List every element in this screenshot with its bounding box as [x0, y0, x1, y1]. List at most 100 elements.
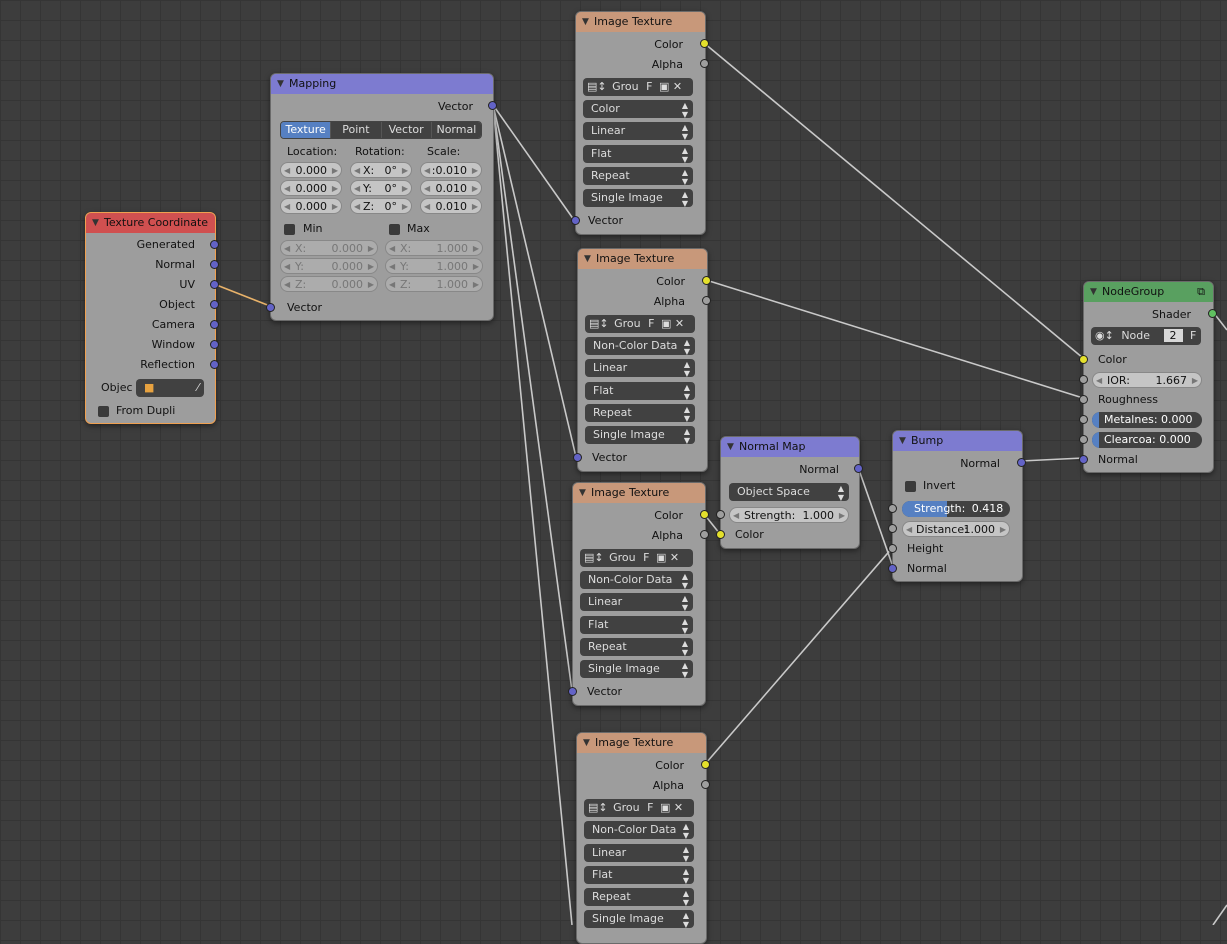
min-z-field[interactable]: ◀ Z: 0.000 ▶: [280, 276, 378, 292]
collapse-triangle-icon[interactable]: ▼: [582, 12, 589, 32]
extension-dropdown[interactable]: Repeat ▲ ▼: [580, 638, 693, 656]
eyedropper-icon[interactable]: ⁄: [197, 379, 199, 397]
open-image-icon[interactable]: ▣: [660, 801, 670, 814]
extension-dropdown[interactable]: Repeat ▲ ▼: [584, 888, 694, 906]
image-name-field[interactable]: Grou: [613, 801, 640, 814]
output-alpha-socket[interactable]: [702, 296, 711, 305]
scale-x-field[interactable]: ◀:0.010 ▶: [420, 162, 482, 178]
image-texture-header[interactable]: ▼ Image Texture: [578, 249, 707, 269]
output-color-socket[interactable]: [701, 760, 710, 769]
source-dropdown[interactable]: Single Image ▲ ▼: [585, 426, 695, 444]
output-socket[interactable]: [210, 240, 219, 249]
input-normal-socket[interactable]: [1079, 455, 1088, 464]
bump-node[interactable]: ▼ Bump Normal Invert Strength: 0.418 ◀ D…: [888, 430, 1026, 582]
object-field[interactable]: ■ ⁄: [136, 379, 204, 397]
image-texture-header[interactable]: ▼ Image Texture: [576, 12, 705, 32]
scale-y-field[interactable]: ◀ 0.010 ▶: [420, 180, 482, 196]
color-space-dropdown[interactable]: Non-Color Data ▲ ▼: [580, 571, 693, 589]
image-texture-node-4[interactable]: ▼ Image Texture Color Alpha ▤↕ Grou F ▣ …: [576, 732, 710, 944]
group-name-field[interactable]: Node: [1121, 329, 1150, 342]
unlink-image-icon[interactable]: ✕: [675, 317, 684, 330]
input-distance-socket[interactable]: [888, 524, 897, 533]
color-space-dropdown[interactable]: Color ▲ ▼: [583, 100, 693, 118]
unlink-image-icon[interactable]: ✕: [670, 551, 679, 564]
location-x-field[interactable]: ◀ 0.000 ▶: [280, 162, 342, 178]
image-texture-node-2[interactable]: ▼ Image Texture Color Alpha ▤↕ Grou F ▣ …: [573, 248, 711, 472]
strength-slider[interactable]: Strength: 0.418: [902, 501, 1010, 517]
image-selector[interactable]: ▤↕ Grou F ▣ ✕: [585, 315, 695, 333]
source-dropdown[interactable]: Single Image ▲ ▼: [583, 189, 693, 207]
fake-user-button[interactable]: F: [643, 551, 649, 564]
collapse-triangle-icon[interactable]: ▼: [579, 483, 586, 503]
node-group-node[interactable]: ▼ NodeGroup ⧉ Shader ◉↕ Node 2 F Color ◀…: [1079, 281, 1217, 473]
input-vector-socket[interactable]: [571, 216, 580, 225]
image-browse-icon[interactable]: ▤↕: [584, 551, 604, 564]
mapping-node[interactable]: ▼ Mapping Vector Texture Point Vector No…: [266, 73, 497, 321]
output-socket[interactable]: [210, 360, 219, 369]
projection-dropdown[interactable]: Flat ▲ ▼: [580, 616, 693, 634]
strength-field[interactable]: ◀ Strength: 1.000 ▶: [729, 507, 849, 523]
ior-field[interactable]: ◀ IOR: 1.667 ▶: [1092, 372, 1202, 388]
color-space-dropdown[interactable]: Non-Color Data ▲ ▼: [584, 821, 694, 839]
input-height-socket[interactable]: [888, 544, 897, 553]
max-checkbox[interactable]: [389, 224, 400, 235]
output-socket[interactable]: [210, 260, 219, 269]
bump-header[interactable]: ▼ Bump: [893, 431, 1022, 451]
extension-dropdown[interactable]: Repeat ▲ ▼: [585, 404, 695, 422]
output-color-socket[interactable]: [700, 39, 709, 48]
input-color-socket[interactable]: [716, 530, 725, 539]
invert-checkbox[interactable]: [905, 481, 916, 492]
max-y-field[interactable]: ◀ Y: 1.000 ▶: [385, 258, 483, 274]
fake-user-button[interactable]: F: [646, 80, 652, 93]
distance-field[interactable]: ◀ Distance: 1.000 ▶: [902, 521, 1010, 537]
source-dropdown[interactable]: Single Image ▲ ▼: [584, 910, 694, 928]
min-y-field[interactable]: ◀ Y: 0.000 ▶: [280, 258, 378, 274]
output-shader-socket[interactable]: [1208, 309, 1217, 318]
fake-user-button[interactable]: F: [1190, 329, 1196, 342]
from-dupli-checkbox[interactable]: [98, 406, 109, 417]
min-checkbox[interactable]: [284, 224, 295, 235]
input-vector-socket[interactable]: [266, 303, 275, 312]
input-vector-socket[interactable]: [568, 687, 577, 696]
fake-user-button[interactable]: F: [648, 317, 654, 330]
image-name-field[interactable]: Grou: [609, 551, 636, 564]
output-alpha-socket[interactable]: [700, 530, 709, 539]
extension-dropdown[interactable]: Repeat ▲ ▼: [583, 167, 693, 185]
image-selector[interactable]: ▤↕ Grou F ▣ ✕: [583, 78, 693, 96]
input-vector-socket[interactable]: [573, 453, 582, 462]
image-browse-icon[interactable]: ▤↕: [587, 80, 607, 93]
location-z-field[interactable]: ◀ 0.000 ▶: [280, 198, 342, 214]
projection-dropdown[interactable]: Flat ▲ ▼: [583, 145, 693, 163]
collapse-triangle-icon[interactable]: ▼: [727, 437, 734, 457]
collapse-triangle-icon[interactable]: ▼: [899, 431, 906, 451]
collapse-triangle-icon[interactable]: ▼: [584, 249, 591, 269]
output-normal-socket[interactable]: [854, 464, 863, 473]
image-texture-header[interactable]: ▼ Image Texture: [573, 483, 705, 503]
mode-vector-button[interactable]: Vector: [381, 122, 432, 138]
min-x-field[interactable]: ◀ X: 0.000 ▶: [280, 240, 378, 256]
interpolation-dropdown[interactable]: Linear ▲ ▼: [585, 359, 695, 377]
clearcoat-slider[interactable]: Clearcoa: 0.000: [1092, 432, 1202, 448]
rotation-z-field[interactable]: ◀ Z: 0° ▶: [350, 198, 412, 214]
open-image-icon[interactable]: ▣: [661, 317, 671, 330]
input-clearcoat-socket[interactable]: [1079, 435, 1088, 444]
mode-point-button[interactable]: Point: [331, 122, 382, 138]
collapse-triangle-icon[interactable]: ▼: [1090, 282, 1097, 302]
input-ior-socket[interactable]: [1079, 375, 1088, 384]
rotation-x-field[interactable]: ◀ X: 0° ▶: [350, 162, 412, 178]
interpolation-dropdown[interactable]: Linear ▲ ▼: [584, 844, 694, 862]
normal-map-header[interactable]: ▼ Normal Map: [721, 437, 859, 457]
scale-z-field[interactable]: ◀ 0.010 ▶: [420, 198, 482, 214]
image-selector[interactable]: ▤↕ Grou F ▣ ✕: [584, 799, 694, 817]
image-name-field[interactable]: Grou: [612, 80, 639, 93]
output-alpha-socket[interactable]: [701, 780, 710, 789]
image-texture-node-3[interactable]: ▼ Image Texture Color Alpha ▤↕ Grou F ▣ …: [568, 482, 709, 706]
mode-texture-button[interactable]: Texture: [281, 122, 332, 138]
input-metalness-socket[interactable]: [1079, 415, 1088, 424]
projection-dropdown[interactable]: Flat ▲ ▼: [584, 866, 694, 884]
output-socket[interactable]: [210, 320, 219, 329]
collapse-triangle-icon[interactable]: ▼: [583, 733, 590, 753]
unlink-image-icon[interactable]: ✕: [674, 801, 683, 814]
source-dropdown[interactable]: Single Image ▲ ▼: [580, 660, 693, 678]
space-dropdown[interactable]: Object Space ▲ ▼: [729, 483, 849, 501]
